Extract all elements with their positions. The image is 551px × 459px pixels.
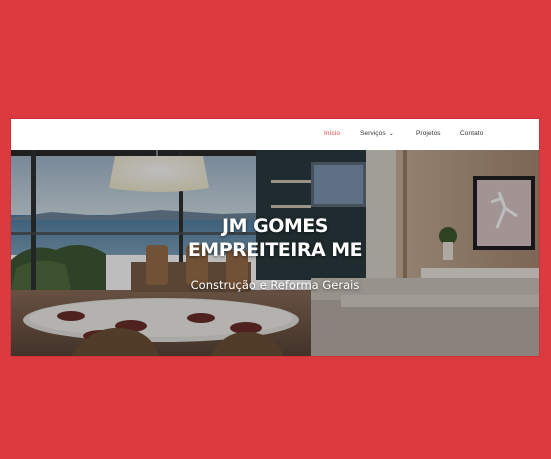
navbar: Início Serviços ⌄ Projetos Contato: [11, 119, 539, 150]
nav-item-inicio[interactable]: Início: [324, 130, 340, 137]
hero-title-line-2: EMPREITEIRA ME: [187, 239, 363, 261]
chevron-down-icon: ⌄: [388, 131, 394, 137]
hero-banner: JM GOMES EMPREITEIRA ME Construção e Ref…: [11, 150, 539, 356]
nav-item-servicos[interactable]: Serviços ⌄: [360, 130, 394, 137]
website-frame: Início Serviços ⌄ Projetos Contato JM GO…: [11, 119, 539, 356]
nav-item-contato[interactable]: Contato: [460, 130, 483, 137]
hero-title-line-1: JM GOMES: [222, 215, 328, 237]
nav-item-servicos-label: Serviços: [360, 130, 386, 137]
hero-subtitle: Construção e Reforma Gerais: [190, 278, 360, 292]
nav-item-projetos[interactable]: Projetos: [416, 130, 441, 137]
